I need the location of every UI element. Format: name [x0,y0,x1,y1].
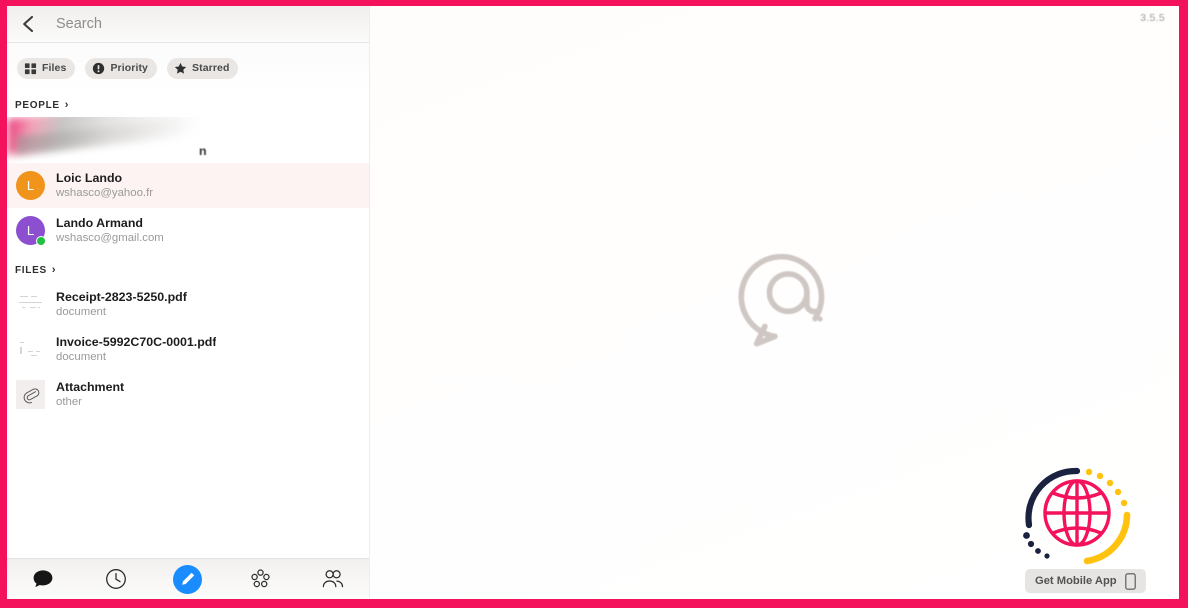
file-name: Receipt-2823-5250.pdf [56,290,187,304]
online-status-indicator [36,236,46,246]
filter-chip-starred[interactable]: Starred [167,57,239,79]
document-thumbnail-icon [16,335,45,364]
exclamation-circle-icon [93,62,105,74]
main-panel: 3.5.5 Get Mobile App [370,6,1179,599]
filter-chip-priority[interactable]: Priority [85,57,157,79]
people-icon [322,570,343,588]
at-speech-bubble-icon [737,253,824,347]
person-email: wshasco@gmail.com [56,232,164,244]
pencil-icon [182,572,195,585]
list-item-file[interactable]: Attachment other [7,372,369,417]
search-header [7,6,369,43]
circles-icon [251,569,270,588]
avatar-initial: L [26,223,35,238]
file-text: Invoice-5992C70C-0001.pdf document [56,334,216,365]
star-icon [174,62,187,74]
clock-icon [105,569,126,589]
grid-icon [24,62,37,74]
list-item-person[interactable]: L Loic Lando wshasco@yahoo.fr [7,163,369,208]
person-text: Loic Lando wshasco@yahoo.fr [56,170,153,201]
file-text: Attachment other [56,379,124,410]
list-item-file[interactable]: Invoice-5992C70C-0001.pdf document [7,327,369,372]
person-email: wshasco@yahoo.fr [56,187,154,199]
section-title: PEOPLE [15,100,60,111]
tab-groups[interactable] [237,562,283,596]
avatar: L [16,171,45,200]
avatar-initial: L [26,178,35,193]
filter-chip-label: Starred [192,62,230,74]
person-name: Lando Armand [56,216,143,230]
list-item-person-redacted[interactable] [7,117,369,163]
section-header-files[interactable]: FILES › [7,253,369,282]
redaction-remnant-text: n [199,144,207,158]
chevron-right-icon: › [64,99,69,111]
list-item-file[interactable]: Receipt-2823-5250.pdf document [7,282,369,327]
paperclip-icon [16,380,45,409]
section-header-people[interactable]: PEOPLE › [7,93,369,117]
file-type: document [56,306,107,318]
person-name: Loic Lando [56,171,123,185]
avatar: L [16,216,46,246]
file-name: Invoice-5992C70C-0001.pdf [56,335,217,349]
search-input[interactable] [56,16,316,32]
back-chevron-icon[interactable] [17,13,39,35]
app-root: Files Priority Starred [7,6,1179,599]
section-title: FILES [15,265,47,276]
compose-fab-button[interactable] [173,564,203,594]
file-type: document [56,351,107,363]
mobile-phone-icon [1124,572,1136,590]
file-type: other [56,396,82,408]
tab-contacts[interactable] [310,562,356,596]
file-name: Attachment [56,380,125,394]
chevron-right-icon: › [51,264,56,276]
person-text: Lando Armand wshasco@gmail.com [56,215,164,246]
filter-chips: Files Priority Starred [7,43,369,93]
filter-chip-label: Files [42,62,67,74]
bottom-tab-bar [7,558,369,599]
filter-chip-files[interactable]: Files [17,57,76,79]
filter-chip-label: Priority [110,62,148,74]
version-label: 3.5.5 [1140,12,1165,24]
get-mobile-app-label: Get Mobile App [1035,575,1117,587]
chat-bubble-icon [33,569,53,587]
tab-compose[interactable] [165,562,211,596]
get-mobile-app-button[interactable]: Get Mobile App [1025,569,1146,593]
globe-icon [1023,467,1131,565]
list-item-person[interactable]: L Lando Armand wshasco@gmail.com [7,208,369,253]
document-thumbnail-icon [16,290,45,319]
file-text: Receipt-2823-5250.pdf document [56,289,187,320]
tab-recent[interactable] [93,562,139,596]
mobile-app-promo: Get Mobile App [1001,451,1173,597]
app-window-frame: Files Priority Starred [0,0,1188,608]
sidebar: Files Priority Starred [7,6,370,599]
tab-chats[interactable] [20,562,66,596]
